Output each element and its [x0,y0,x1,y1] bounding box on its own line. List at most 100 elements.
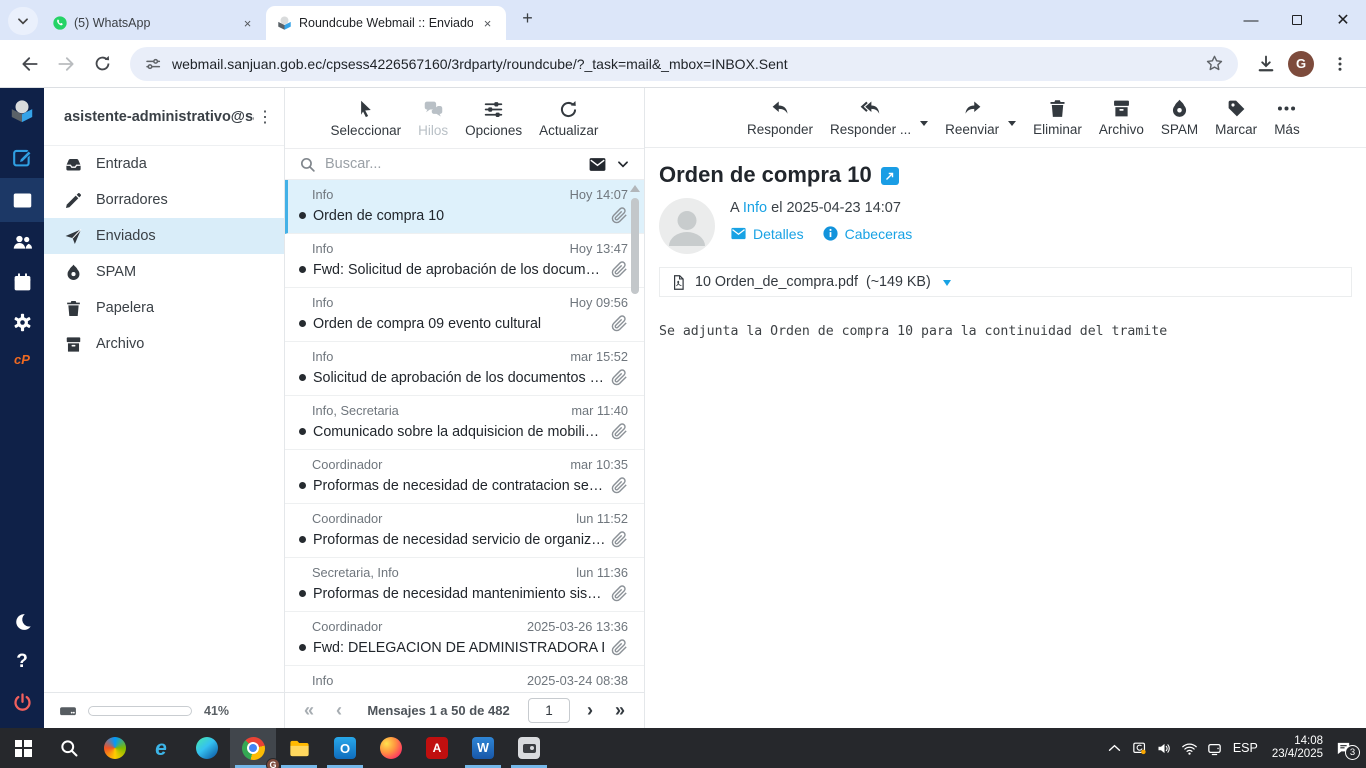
attachment-menu-caret-icon[interactable] [943,280,951,290]
site-controls-icon[interactable] [144,55,162,73]
language-indicator[interactable]: ESP [1233,741,1258,755]
window-close-button[interactable]: ✕ [1320,0,1366,40]
first-page-icon[interactable]: « [295,700,323,721]
message-content: Orden de compra 10 A Info el 2025-04-23 … [645,148,1366,728]
compose-icon[interactable] [0,136,44,178]
list-item[interactable]: InfoHoy 14:07 Orden de compra 10 [285,180,644,234]
refresh-button[interactable]: Actualizar [539,99,598,138]
window-minimize-button[interactable]: — [1228,0,1274,40]
wifi-icon[interactable] [1181,740,1198,757]
folder-borradores[interactable]: Borradores [44,182,284,218]
taskbar-clock[interactable]: 14:08 23/4/2025 [1272,735,1323,762]
search-options-chevron-icon[interactable] [616,157,630,171]
tab-close-icon[interactable]: × [479,15,496,32]
options-button[interactable]: Opciones [465,99,522,138]
taskbar-firefox-button[interactable] [368,728,414,768]
folder-entrada[interactable]: Entrada [44,146,284,182]
address-bar[interactable]: webmail.sanjuan.gob.ec/cpsess4226567160/… [130,47,1238,81]
notification-center-icon[interactable]: 3 [1335,740,1352,757]
open-in-new-window-icon[interactable] [881,167,899,185]
settings-gear-icon[interactable] [0,302,44,342]
new-tab-button[interactable]: + [514,5,541,32]
account-menu-icon[interactable]: ⋮ [254,107,276,127]
search-input[interactable] [325,156,579,172]
browser-profile-avatar[interactable]: G [1288,51,1314,77]
list-item[interactable]: Coordinadorlun 11:52 Proformas de necesi… [285,504,644,558]
list-item[interactable]: Infomar 15:52 Solicitud de aprobación de… [285,342,644,396]
to-prefix: A [730,200,739,216]
tab-whatsapp[interactable]: (5) WhatsApp × [42,6,266,40]
scrollbar-thumb[interactable] [631,198,639,294]
attachment-bar[interactable]: 10 Orden_de_compra.pdf (~149 KB) [659,267,1352,297]
taskbar-word-button[interactable]: W [460,728,506,768]
volume-icon[interactable] [1156,740,1173,757]
browser-menu-icon[interactable] [1324,48,1356,80]
list-item[interactable]: InfoHoy 13:47 Fwd: Solicitud de aprobaci… [285,234,644,288]
display-connect-icon[interactable] [1206,740,1223,757]
reply-all-caret-icon[interactable] [920,121,928,130]
scroll-up-arrow-icon[interactable] [630,185,640,192]
tray-chevron-up-icon[interactable] [1106,740,1123,757]
forward-button[interactable] [50,48,82,80]
threads-button[interactable]: Hilos [418,99,448,138]
taskbar-outlook-button[interactable]: O [322,728,368,768]
taskbar-copilot-button[interactable] [92,728,138,768]
start-button[interactable] [0,728,46,768]
taskbar-edge-button[interactable] [184,728,230,768]
more-button[interactable]: Más [1274,98,1300,137]
taskbar-file-explorer-button[interactable] [276,728,322,768]
back-button[interactable] [14,48,46,80]
archive-button[interactable]: Archivo [1099,98,1144,137]
forward-button[interactable]: Reenviar [945,98,999,137]
search-scope-mail-icon[interactable] [588,155,607,174]
last-page-icon[interactable]: » [606,700,634,721]
window-restore-button[interactable] [1274,0,1320,40]
list-item[interactable]: Info, Secretariamar 11:40 Comunicado sob… [285,396,644,450]
folder-spam[interactable]: SPAM [44,254,284,290]
reply-button[interactable]: Responder [747,98,813,137]
logout-power-icon[interactable] [0,682,44,722]
delete-button[interactable]: Eliminar [1033,98,1082,137]
tab-close-icon[interactable]: × [239,15,256,32]
cpanel-icon[interactable]: cP [0,342,44,376]
recipient-link[interactable]: Info [743,200,767,216]
prev-page-icon[interactable]: ‹ [325,700,353,721]
list-item[interactable]: Coordinador2025-03-26 13:36 Fwd: DELEGAC… [285,612,644,666]
downloads-icon[interactable] [1250,48,1282,80]
url-text[interactable]: webmail.sanjuan.gob.ec/cpsess4226567160/… [172,56,1205,72]
select-button[interactable]: Seleccionar [331,99,402,138]
tab-roundcube[interactable]: Roundcube Webmail :: Enviados × [266,6,506,40]
page-number-input[interactable] [528,698,570,723]
taskbar-internet-explorer-button[interactable]: e [138,728,184,768]
folder-enviados[interactable]: Enviados [44,218,284,254]
list-item[interactable]: Coordinadormar 10:35 Proformas de necesi… [285,450,644,504]
contacts-icon[interactable] [0,222,44,262]
taskbar-search-button[interactable] [46,728,92,768]
list-scrollbar[interactable] [629,185,641,294]
mark-button[interactable]: Marcar [1215,98,1257,137]
attachment-name[interactable]: 10 Orden_de_compra.pdf [695,274,858,290]
forward-caret-icon[interactable] [1008,121,1016,130]
help-icon[interactable]: ? [0,642,44,682]
reload-button[interactable] [86,48,118,80]
bookmark-star-icon[interactable] [1205,54,1224,73]
taskbar-capture-tool-button[interactable] [506,728,552,768]
list-item[interactable]: InfoHoy 09:56 Orden de compra 09 evento … [285,288,644,342]
calendar-icon[interactable] [0,262,44,302]
mail-icon[interactable] [0,178,44,222]
taskbar-acrobat-button[interactable]: A [414,728,460,768]
dark-mode-moon-icon[interactable] [0,602,44,642]
message-sender: Info, Secretaria [312,403,399,419]
taskbar-chrome-button[interactable]: G [230,728,276,768]
list-item[interactable]: Info2025-03-24 08:38 [285,666,644,692]
folder-archivo[interactable]: Archivo [44,326,284,362]
list-item[interactable]: Secretaria, Infolun 11:36 Proformas de n… [285,558,644,612]
headers-button[interactable]: Cabeceras [822,225,913,242]
folder-papelera[interactable]: Papelera [44,290,284,326]
next-page-icon[interactable]: › [576,700,604,721]
reply-all-button[interactable]: Responder ... [830,98,911,137]
tab-list-chevron-button[interactable] [8,7,38,35]
update-notification-icon[interactable] [1131,740,1148,757]
details-button[interactable]: Detalles [730,225,804,242]
spam-button[interactable]: SPAM [1161,98,1198,137]
